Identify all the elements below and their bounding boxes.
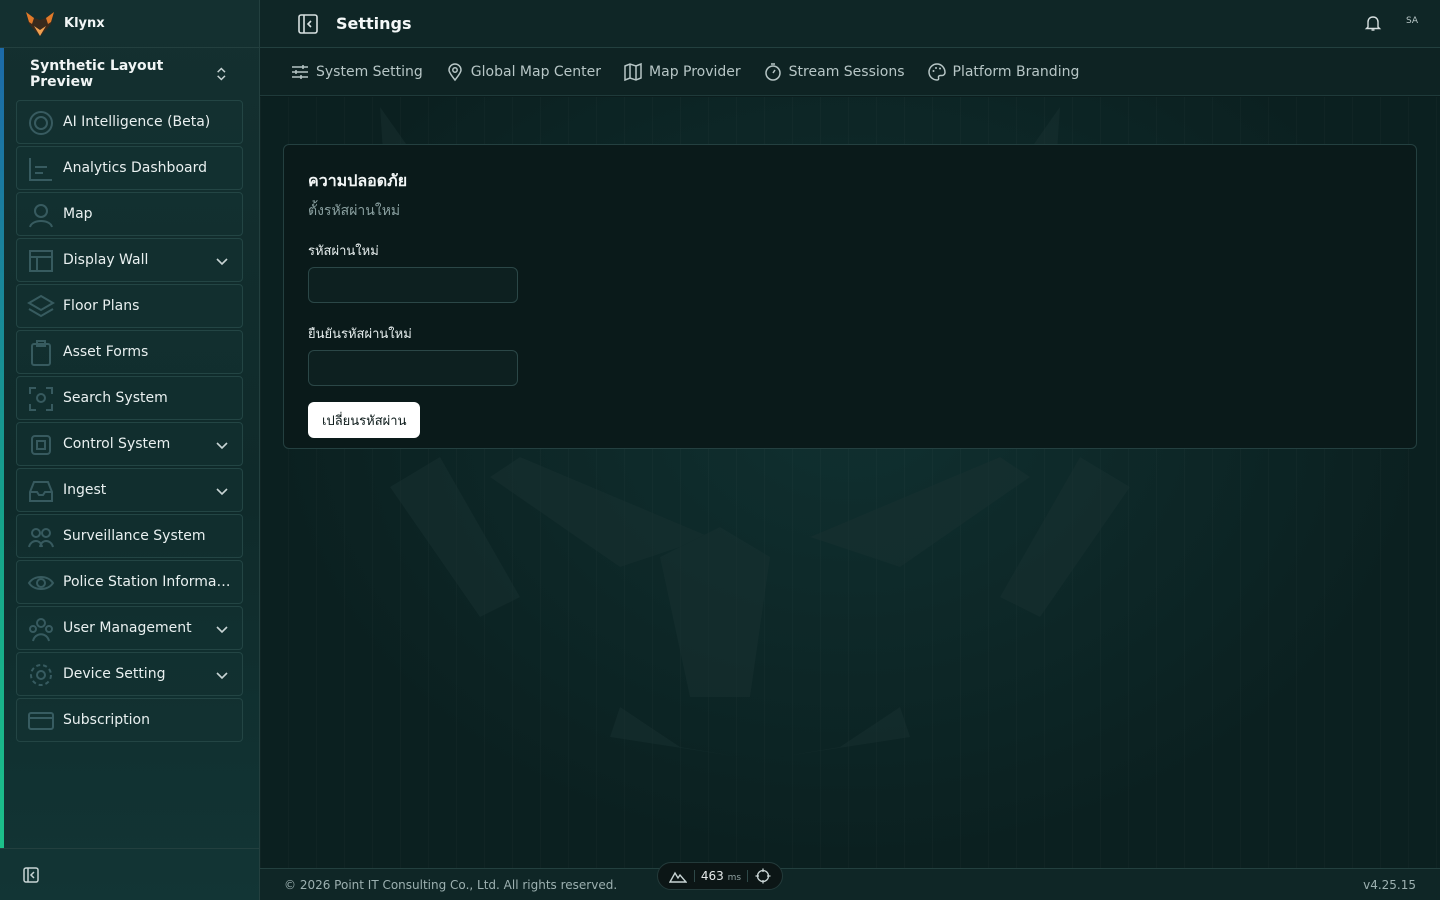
- settings-tabs: System Setting Global Map Center Map Pro…: [260, 48, 1440, 96]
- card-icon: [28, 712, 54, 730]
- chart-icon: [29, 158, 52, 181]
- tab-stream-sessions[interactable]: Stream Sessions: [763, 62, 905, 82]
- group-icon: [29, 618, 53, 642]
- sidebar-item-label: Floor Plans: [63, 298, 140, 314]
- sidebar-item-device-setting[interactable]: Device Setting: [16, 652, 243, 696]
- nuxt-logo-icon[interactable]: [669, 869, 688, 883]
- sidebar-item-label: Analytics Dashboard: [63, 160, 207, 176]
- sidebar-item-label: Asset Forms: [63, 344, 149, 360]
- location-pin-icon: [448, 62, 462, 81]
- tab-label: Map Provider: [649, 63, 741, 80]
- sidebar-item-subscription[interactable]: Subscription: [16, 698, 243, 742]
- tab-label: Stream Sessions: [788, 63, 905, 80]
- eye-icon: [27, 576, 55, 590]
- sidebar-item-label: Search System: [63, 390, 168, 406]
- sidebar-item-display-wall[interactable]: Display Wall: [16, 238, 243, 282]
- change-password-button[interactable]: เปลี่ยนรหัสผ่าน: [308, 402, 421, 438]
- bell-icon[interactable]: [1364, 14, 1382, 32]
- confirm-password-label: ยืนยันรหัสผ่านใหม่: [308, 327, 412, 342]
- confirm-password-input[interactable]: [308, 350, 518, 386]
- sidebar-item-label: AI Intelligence (Beta): [63, 114, 211, 130]
- sidebar-item-control-system[interactable]: Control System: [16, 422, 243, 466]
- avatar[interactable]: SA: [1406, 16, 1418, 26]
- divider: [693, 870, 695, 882]
- tab-label: System Setting: [316, 63, 423, 80]
- sidebar-toggle-icon[interactable]: [296, 12, 320, 36]
- palette-icon: [927, 62, 946, 81]
- target-icon: [29, 111, 53, 135]
- security-card: ความปลอดภัย ตั้งรหัสผ่านใหม่ รหัสผ่านใหม…: [283, 144, 1417, 449]
- sidebar-item-user-management[interactable]: User Management: [16, 606, 243, 650]
- user-pin-icon: [29, 204, 53, 228]
- sidebar-item-label: Control System: [63, 436, 171, 452]
- tab-label: Platform Branding: [952, 63, 1080, 80]
- brand-name: Klynx: [64, 16, 105, 31]
- chevron-down-icon: [216, 672, 228, 680]
- version-text: v4.25.15: [1363, 877, 1416, 892]
- chevron-up-down-icon: [217, 67, 226, 81]
- tab-system-setting[interactable]: System Setting: [290, 62, 423, 82]
- sliders-icon: [292, 64, 308, 79]
- sidebar-item-police-station-information[interactable]: Police Station Information: [16, 560, 243, 604]
- sidebar-item-asset-forms[interactable]: Asset Forms: [16, 330, 243, 374]
- chevron-down-icon: [216, 258, 228, 266]
- sidebar-item-ai-intelligence[interactable]: AI Intelligence (Beta): [16, 100, 243, 144]
- sidebar-nav: AI Intelligence (Beta) Analytics Dashboa…: [0, 100, 259, 742]
- map-icon: [624, 62, 642, 81]
- clipboard-icon: [31, 340, 51, 366]
- sidebar-collapse-icon[interactable]: [22, 866, 40, 884]
- sidebar: Klynx Synthetic Layout Preview AI Intell…: [0, 0, 260, 900]
- security-card-subheading: ตั้งรหัสผ่านใหม่: [308, 203, 401, 219]
- latency-readout: 463 ms: [701, 869, 741, 883]
- chevron-down-icon: [216, 442, 228, 450]
- inbox-icon: [29, 481, 53, 502]
- chevron-down-icon: [216, 626, 228, 634]
- users-icon: [28, 528, 54, 548]
- sidebar-item-label: Device Setting: [63, 666, 166, 682]
- chip-icon: [31, 435, 51, 455]
- sidebar-footer: [0, 848, 259, 900]
- layers-icon: [27, 294, 55, 318]
- copyright-text: © 2026 Point IT Consulting Co., Ltd. All…: [284, 877, 618, 892]
- page-title: Settings: [336, 14, 412, 33]
- tab-platform-branding[interactable]: Platform Branding: [927, 62, 1080, 82]
- gear-icon: [30, 664, 52, 686]
- new-password-input[interactable]: [308, 267, 518, 303]
- chevron-down-icon: [216, 488, 228, 496]
- sidebar-item-label: Subscription: [63, 712, 150, 728]
- workspace-name: Synthetic Layout Preview: [30, 58, 164, 90]
- sidebar-item-surveillance-system[interactable]: Surveillance System: [16, 514, 243, 558]
- sidebar-item-label: Ingest: [63, 482, 107, 498]
- sidebar-item-search-system[interactable]: Search System: [16, 376, 243, 420]
- new-password-label: รหัสผ่านใหม่: [308, 244, 379, 259]
- layout-icon: [29, 250, 53, 272]
- latency-unit: ms: [727, 873, 742, 883]
- scan-icon: [29, 387, 53, 411]
- sidebar-item-map[interactable]: Map: [16, 192, 243, 236]
- timer-icon: [764, 62, 781, 81]
- footer: © 2026 Point IT Consulting Co., Ltd. All…: [260, 868, 1440, 900]
- dev-tools-pill[interactable]: 463 ms: [657, 862, 783, 890]
- divider: [747, 870, 749, 882]
- sidebar-item-label: Display Wall: [63, 252, 149, 268]
- sidebar-item-floor-plans[interactable]: Floor Plans: [16, 284, 243, 328]
- sidebar-item-ingest[interactable]: Ingest: [16, 468, 243, 512]
- sidebar-item-label: User Management: [63, 620, 192, 636]
- sidebar-accent-bar: [0, 48, 4, 848]
- latency-value: 463: [700, 869, 724, 883]
- workspace-switcher[interactable]: Synthetic Layout Preview: [0, 48, 259, 100]
- sidebar-item-analytics-dashboard[interactable]: Analytics Dashboard: [16, 146, 243, 190]
- sidebar-item-label: Surveillance System: [63, 528, 206, 544]
- tab-label: Global Map Center: [470, 63, 602, 80]
- main-content: ความปลอดภัย ตั้งรหัสผ่านใหม่ รหัสผ่านใหม…: [260, 97, 1440, 868]
- sidebar-item-label: Map: [63, 206, 93, 222]
- sidebar-item-label: Police Station Information: [63, 574, 231, 590]
- tab-global-map-center[interactable]: Global Map Center: [445, 62, 601, 82]
- crosshair-icon[interactable]: [755, 868, 771, 884]
- brand[interactable]: Klynx: [0, 0, 259, 48]
- top-header: Settings SA: [260, 0, 1440, 48]
- tab-map-provider[interactable]: Map Provider: [623, 62, 741, 82]
- fox-logo-icon: [26, 11, 54, 36]
- security-card-heading: ความปลอดภัย: [308, 171, 408, 190]
